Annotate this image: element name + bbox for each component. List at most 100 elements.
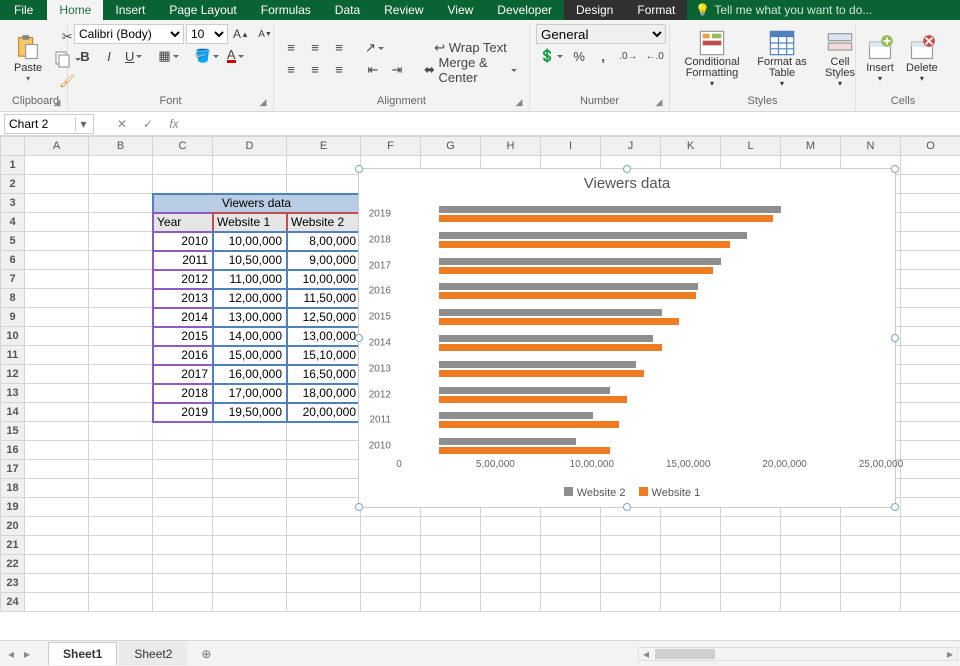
- row-head-13[interactable]: 13: [1, 384, 25, 403]
- cell[interactable]: [841, 517, 901, 536]
- col-head-B[interactable]: B: [89, 137, 153, 156]
- chart-handle-se[interactable]: [891, 503, 899, 511]
- tab-data[interactable]: Data: [323, 0, 372, 20]
- cell[interactable]: 12,00,000: [213, 289, 287, 308]
- merge-center-button[interactable]: ⬌ Merge & Center: [418, 60, 523, 80]
- decrease-indent-button[interactable]: ⇤: [362, 60, 384, 80]
- cell[interactable]: [781, 517, 841, 536]
- cell[interactable]: [213, 536, 287, 555]
- cell[interactable]: [361, 574, 421, 593]
- cell[interactable]: 13,00,000: [287, 327, 361, 346]
- cell[interactable]: [25, 156, 89, 175]
- cell[interactable]: [541, 517, 601, 536]
- align-right-button[interactable]: ≡: [328, 60, 350, 80]
- cell[interactable]: [287, 536, 361, 555]
- font-size-select[interactable]: 10: [186, 24, 228, 44]
- cell[interactable]: [901, 327, 960, 346]
- col-head-M[interactable]: M: [781, 137, 841, 156]
- col-head-A[interactable]: A: [25, 137, 89, 156]
- increase-font-button[interactable]: A▲: [230, 24, 252, 44]
- cell[interactable]: [89, 441, 153, 460]
- cell[interactable]: [89, 289, 153, 308]
- cell[interactable]: [213, 441, 287, 460]
- chart-handle-nw[interactable]: [355, 165, 363, 173]
- cell[interactable]: [89, 346, 153, 365]
- cell[interactable]: [25, 365, 89, 384]
- col-head-H[interactable]: H: [481, 137, 541, 156]
- cell[interactable]: [89, 422, 153, 441]
- cell[interactable]: 8,00,000: [287, 232, 361, 251]
- cell[interactable]: [361, 555, 421, 574]
- cell[interactable]: [25, 574, 89, 593]
- format-as-table-button[interactable]: Format as Table▾: [752, 27, 812, 90]
- cell[interactable]: 18,00,000: [287, 384, 361, 403]
- cell[interactable]: [781, 593, 841, 612]
- row-head-16[interactable]: 16: [1, 441, 25, 460]
- cell[interactable]: [661, 517, 721, 536]
- cell[interactable]: [153, 422, 213, 441]
- col-head-O[interactable]: O: [901, 137, 960, 156]
- cell[interactable]: 16,00,000: [213, 365, 287, 384]
- col-head-C[interactable]: C: [153, 137, 213, 156]
- align-bottom-button[interactable]: ≡: [328, 38, 350, 58]
- chart-bar-website1[interactable]: [439, 241, 730, 248]
- col-head-I[interactable]: I: [541, 137, 601, 156]
- cell[interactable]: [721, 574, 781, 593]
- row-head-10[interactable]: 10: [1, 327, 25, 346]
- cell[interactable]: [781, 536, 841, 555]
- paste-button[interactable]: Paste ▾: [10, 32, 46, 85]
- cell[interactable]: [89, 517, 153, 536]
- row-head-7[interactable]: 7: [1, 270, 25, 289]
- cell[interactable]: [153, 441, 213, 460]
- cell[interactable]: [25, 403, 89, 422]
- decrease-font-button[interactable]: A▼: [254, 24, 276, 44]
- cell[interactable]: [89, 536, 153, 555]
- row-head-11[interactable]: 11: [1, 346, 25, 365]
- chart-bar-website2[interactable]: [439, 258, 721, 265]
- chart-bar-website1[interactable]: [439, 447, 610, 454]
- cell[interactable]: [25, 441, 89, 460]
- accounting-format-button[interactable]: 💲: [536, 46, 566, 66]
- chart-handle-ne[interactable]: [891, 165, 899, 173]
- cell[interactable]: 2013: [153, 289, 213, 308]
- cell[interactable]: [213, 555, 287, 574]
- comma-button[interactable]: ,: [592, 46, 614, 66]
- row-head-17[interactable]: 17: [1, 460, 25, 479]
- cell[interactable]: [89, 232, 153, 251]
- chart-handle-n[interactable]: [623, 165, 631, 173]
- cell[interactable]: [287, 479, 361, 498]
- cell[interactable]: [25, 213, 89, 232]
- font-name-select[interactable]: Calibri (Body): [74, 24, 184, 44]
- horizontal-scrollbar[interactable]: ◂ ▸: [638, 647, 958, 661]
- chart-bar-website2[interactable]: [439, 412, 593, 419]
- chart-bar-website1[interactable]: [439, 318, 679, 325]
- insert-function-button[interactable]: fx: [164, 117, 184, 131]
- cell[interactable]: [153, 498, 213, 517]
- cell[interactable]: Viewers data: [153, 194, 361, 213]
- col-head-L[interactable]: L: [721, 137, 781, 156]
- number-dialog-launcher[interactable]: ◢: [653, 97, 665, 109]
- cell[interactable]: [901, 156, 960, 175]
- cell[interactable]: [25, 555, 89, 574]
- font-color-button[interactable]: A: [224, 46, 247, 66]
- tab-page-layout[interactable]: Page Layout: [157, 0, 248, 20]
- cell[interactable]: [89, 213, 153, 232]
- cell[interactable]: [153, 517, 213, 536]
- cell[interactable]: 11,00,000: [213, 270, 287, 289]
- cell[interactable]: [901, 403, 960, 422]
- cell[interactable]: [841, 536, 901, 555]
- col-head-D[interactable]: D: [213, 137, 287, 156]
- cell[interactable]: 13,00,000: [213, 308, 287, 327]
- cell[interactable]: [901, 384, 960, 403]
- cell[interactable]: [89, 175, 153, 194]
- chart-bar-website2[interactable]: [439, 438, 576, 445]
- fill-color-button[interactable]: 🪣: [192, 46, 222, 66]
- col-head-N[interactable]: N: [841, 137, 901, 156]
- cell[interactable]: 2016: [153, 346, 213, 365]
- row-head-4[interactable]: 4: [1, 213, 25, 232]
- cell[interactable]: [89, 194, 153, 213]
- cell[interactable]: [25, 498, 89, 517]
- increase-decimal-button[interactable]: .0→: [616, 46, 640, 66]
- cell[interactable]: [213, 460, 287, 479]
- cell[interactable]: [421, 517, 481, 536]
